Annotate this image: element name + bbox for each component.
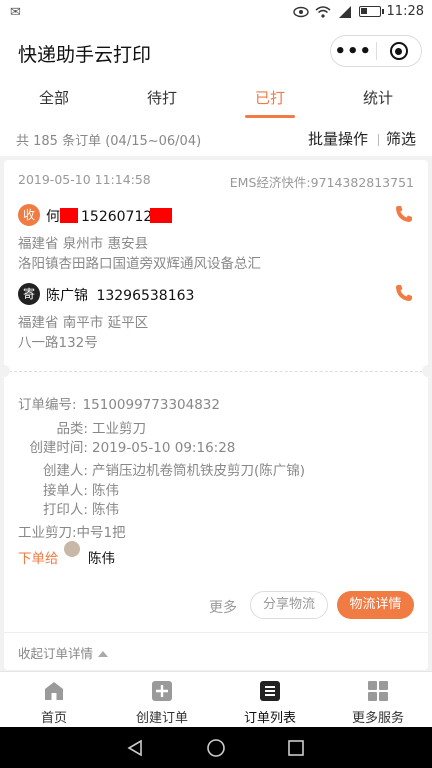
bottom-tab-bar: 首页 创建订单 订单列表 更多服务 [0, 671, 432, 727]
divider [378, 134, 379, 146]
tabbar-label: 订单列表 [243, 711, 296, 726]
field-label: 订单编号: [18, 397, 77, 413]
redaction-mark [150, 208, 173, 223]
field-label: 打印人: [42, 502, 88, 518]
receiver-phone: 15260712 [81, 209, 153, 225]
list-icon [260, 681, 280, 701]
chevron-up-icon [98, 651, 109, 657]
system-nav-bar [0, 727, 432, 768]
tab-all[interactable]: 全部 [0, 78, 108, 122]
wifi-icon [315, 5, 331, 18]
express-number: EMS经济快件:9714382813751 [229, 175, 414, 190]
receiver-name: 何 [46, 209, 60, 225]
tabbar-item-create-order[interactable]: 创建订单 [108, 672, 216, 727]
tab-printed[interactable]: 已打 [216, 78, 324, 122]
avatar [64, 541, 80, 557]
created-time-value: 2019-05-10 09:16:28 [92, 440, 236, 456]
category-row: 品类: 工业剪刀 [18, 417, 146, 437]
plus-square-icon [152, 681, 172, 701]
more-dots-icon[interactable]: ••• [331, 41, 376, 62]
card-divider [4, 371, 428, 372]
eye-icon [292, 6, 309, 17]
assignee-name: 陈伟 [88, 551, 115, 567]
goods-line: 工业剪刀:中号1把 [18, 525, 126, 541]
home-icon [45, 682, 63, 700]
creator-value: 产销压边机卷筒机铁皮剪刀(陈广锦) [92, 463, 306, 479]
tabbar-label: 更多服务 [351, 711, 404, 726]
tab-statistics[interactable]: 统计 [324, 78, 432, 122]
order-datetime: 2019-05-10 11:14:58 [18, 172, 151, 187]
signal-icon [338, 5, 351, 18]
field-label: 品类: [56, 421, 88, 437]
batch-operation-button[interactable]: 批量操作 [308, 128, 368, 149]
order-number-value: 1510099773304832 [82, 397, 220, 413]
receiver-badge: 收 [18, 204, 40, 226]
tabbar-label: 首页 [40, 711, 67, 726]
notification-icon: ✉ [10, 5, 21, 20]
share-logistics-button[interactable]: 分享物流 [250, 591, 328, 619]
assign-row: 下单给 陈伟 [18, 541, 115, 567]
collapse-label: 收起订单详情 [18, 646, 94, 661]
home-circle-icon[interactable] [206, 739, 226, 757]
logistics-detail-button[interactable]: 物流详情 [337, 591, 414, 619]
sender-address-line1: 福建省 南平市 延平区 [18, 315, 149, 331]
printer-value: 陈伟 [92, 502, 119, 518]
order-tabs: 全部 待打 已打 统计 [0, 78, 432, 122]
receiver-address-line2: 洛阳镇杏田路口国道旁双辉通风设备总汇 [18, 256, 261, 272]
receiver-name-phone: 何 15260712 [46, 206, 173, 226]
collapse-details-toggle[interactable]: 收起订单详情 [18, 643, 109, 662]
back-triangle-icon[interactable] [126, 739, 144, 757]
mini-program-capsule: ••• [330, 35, 422, 67]
close-target-icon[interactable] [376, 42, 421, 60]
creator-row: 创建人: 产销压边机卷筒机铁皮剪刀(陈广锦) [18, 459, 305, 479]
tabbar-item-more-services[interactable]: 更多服务 [324, 672, 432, 727]
battery-icon [358, 6, 384, 17]
receiver-address-line1: 福建省 泉州市 惠安县 [18, 236, 149, 252]
tabbar-item-order-list[interactable]: 订单列表 [216, 672, 324, 727]
field-label: 创建时间: [29, 440, 88, 456]
sender-address-line2: 八一路132号 [18, 335, 98, 351]
order-number-row: 订单编号: 1510099773304832 [18, 393, 220, 413]
card-notch [0, 365, 10, 377]
title-bar: 快递助手云打印 ••• [0, 26, 432, 78]
phone-icon[interactable] [394, 204, 414, 224]
assign-label: 下单给 [18, 551, 59, 567]
receiver-staff-row: 接单人: 陈伟 [18, 479, 119, 499]
tabbar-item-home[interactable]: 首页 [0, 672, 108, 727]
printer-row: 打印人: 陈伟 [18, 498, 119, 518]
filter-button[interactable]: 筛选 [386, 128, 416, 149]
order-count-summary: 共 185 条订单 (04/15~06/04) [16, 134, 202, 149]
sender-badge: 寄 [18, 283, 40, 305]
receiver-staff-value: 陈伟 [92, 483, 119, 499]
status-icons: 11:28 [292, 4, 424, 19]
order-card: 2019-05-10 11:14:58 EMS经济快件:971438281375… [0, 160, 432, 670]
sender-phone: 13296538163 [96, 288, 195, 304]
tab-pending[interactable]: 待打 [108, 78, 216, 122]
field-label: 创建人: [42, 463, 88, 479]
card-footer-divider [4, 632, 428, 633]
tabbar-label: 创建订单 [135, 711, 188, 726]
status-bar: ✉ 11:28 [0, 0, 432, 26]
redaction-mark [60, 208, 78, 223]
field-label: 接单人: [42, 483, 88, 499]
sender-name: 陈广锦 [46, 288, 88, 304]
category-value: 工业剪刀 [92, 421, 146, 437]
phone-icon[interactable] [394, 283, 414, 303]
more-button[interactable]: 更多 [209, 597, 237, 617]
grid-icon [368, 681, 388, 701]
status-time: 11:28 [386, 4, 424, 19]
recents-square-icon[interactable] [287, 739, 305, 757]
created-time-row: 创建时间: 2019-05-10 09:16:28 [18, 436, 235, 456]
app-title: 快递助手云打印 [18, 44, 152, 66]
sender-name-phone: 陈广锦 13296538163 [46, 285, 194, 305]
card-notch [422, 365, 432, 377]
summary-row: 共 185 条订单 (04/15~06/04) 批量操作 筛选 [0, 122, 432, 156]
